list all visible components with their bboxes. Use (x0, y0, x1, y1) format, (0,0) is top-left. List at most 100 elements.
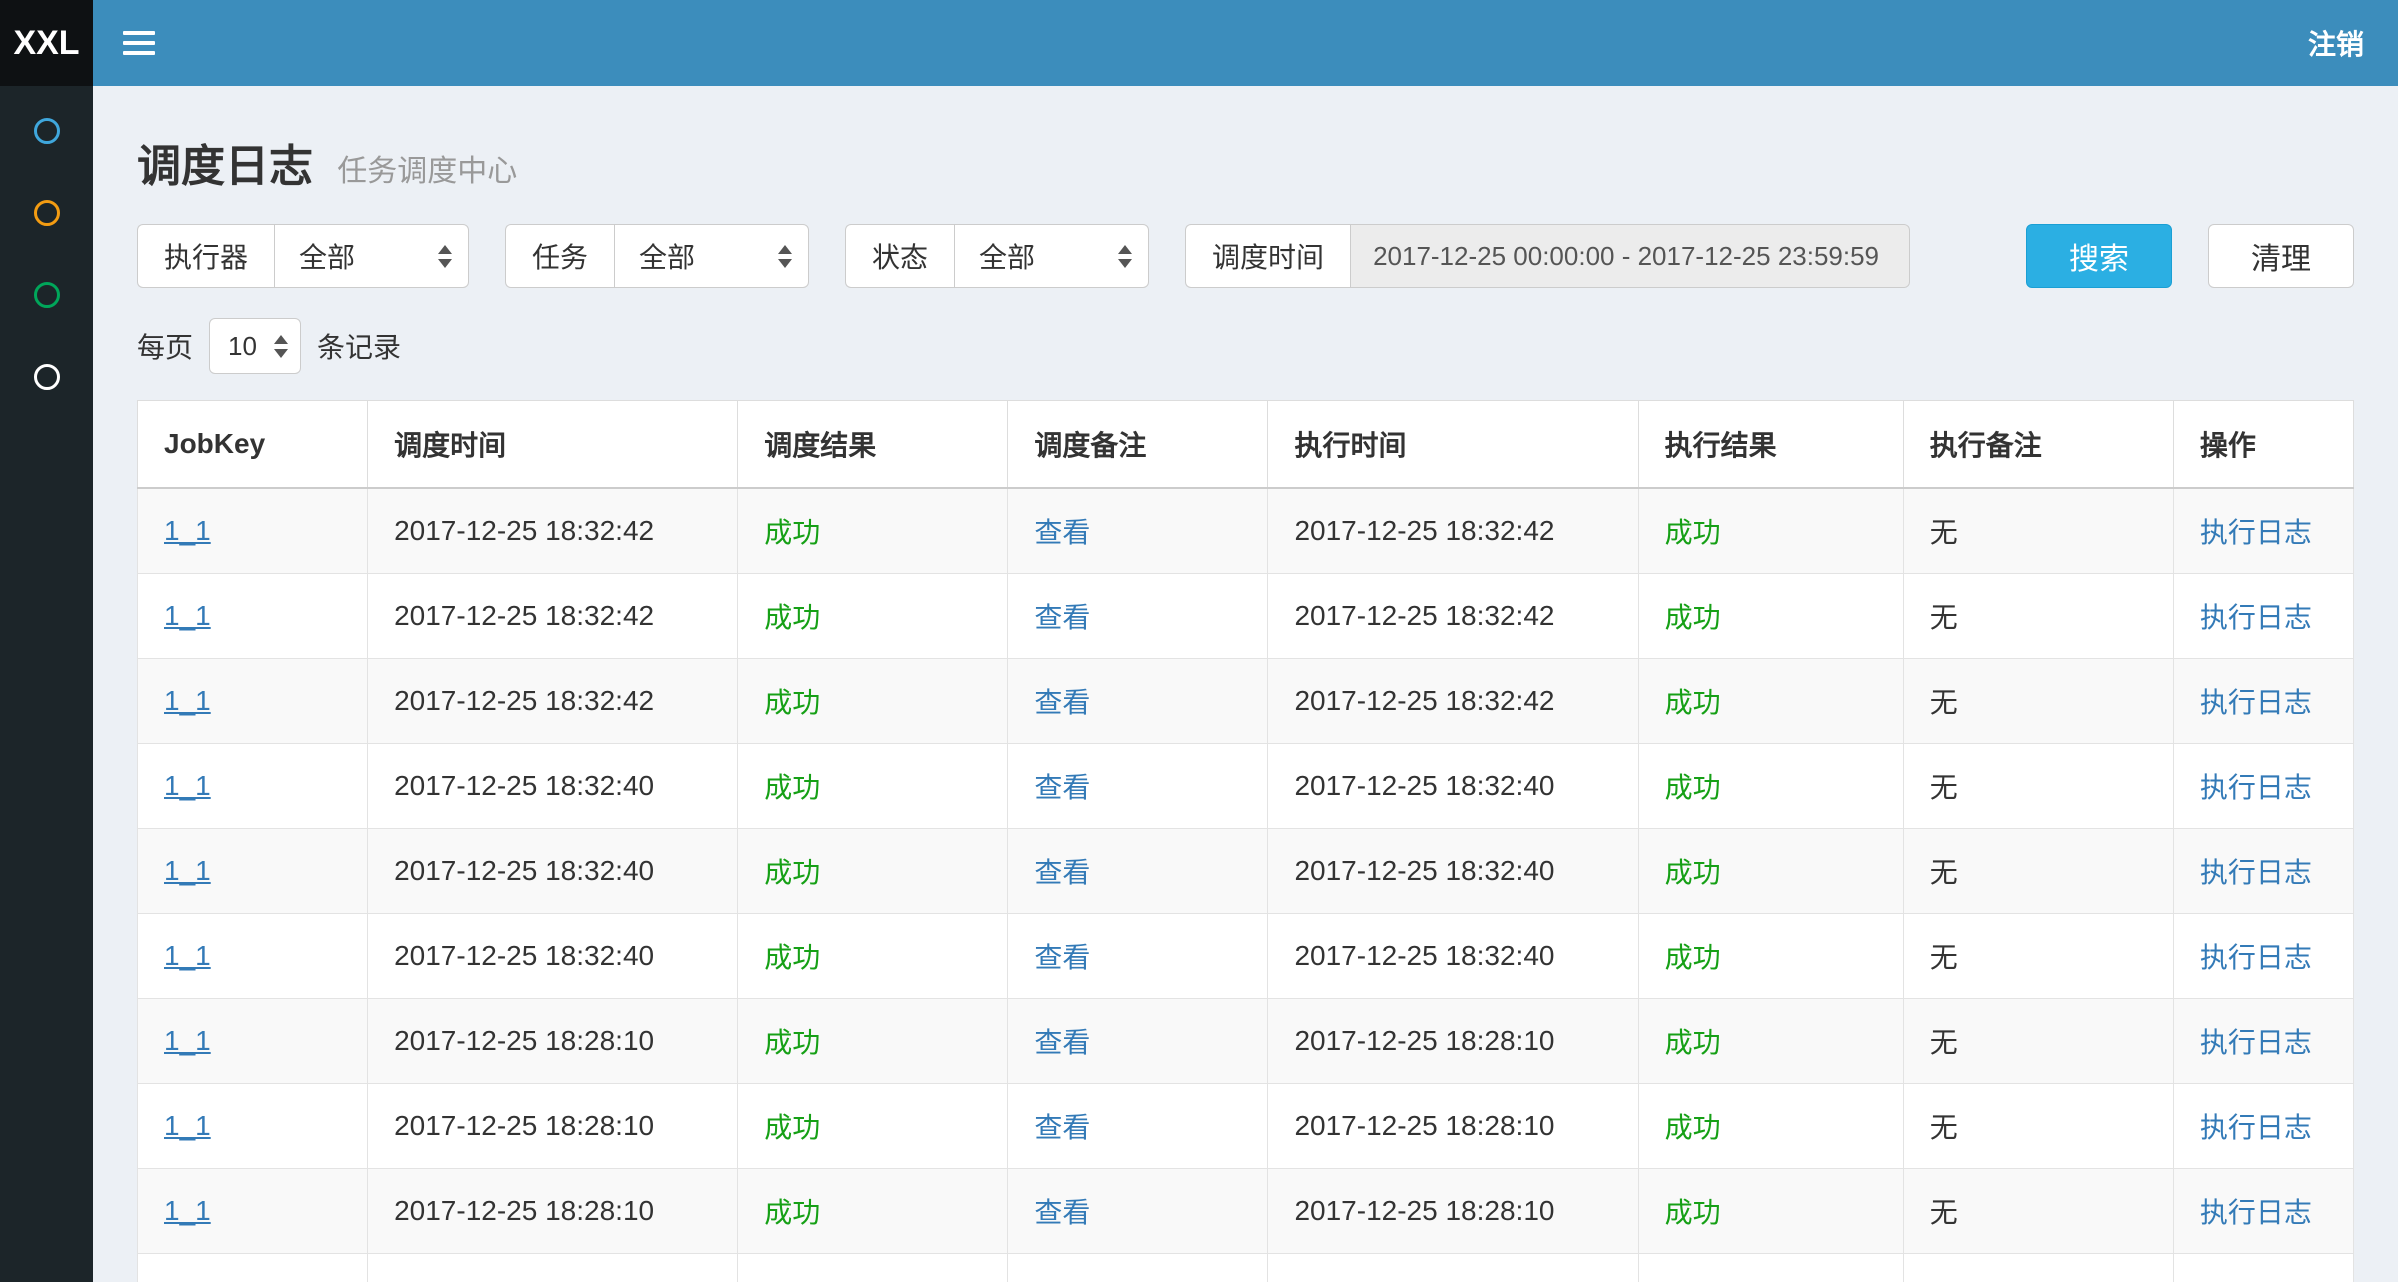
executor-select[interactable]: 全部 (274, 224, 469, 288)
exec-log-link-cell: 执行日志 (2173, 1254, 2353, 1282)
jobkey-link[interactable]: 1_1 (164, 770, 211, 801)
jobkey-link-cell: 1_1 (138, 1254, 368, 1282)
exec-log-link[interactable]: 执行日志 (2200, 687, 2312, 718)
job-label: 任务 (505, 224, 614, 288)
jobkey-link[interactable]: 1_1 (164, 515, 211, 546)
trigger-msg-link[interactable]: 查看 (1034, 687, 1090, 718)
clear-button[interactable]: 清理 (2208, 224, 2354, 288)
trigger-msg-link[interactable]: 查看 (1034, 1197, 1090, 1228)
handle-msg-cell: 无 (1903, 574, 2173, 659)
trigger-msg-link-cell: 查看 (1008, 1084, 1268, 1169)
jobkey-link[interactable]: 1_1 (164, 1025, 211, 1056)
jobkey-link[interactable]: 1_1 (164, 1110, 211, 1141)
filter-executor-group: 执行器 全部 (137, 224, 469, 288)
select-arrows-icon (1118, 245, 1132, 268)
trigger-msg-link[interactable]: 查看 (1034, 857, 1090, 888)
trigger-msg-link[interactable]: 查看 (1034, 1027, 1090, 1058)
status-select[interactable]: 全部 (954, 224, 1149, 288)
exec-log-link[interactable]: 执行日志 (2200, 1112, 2312, 1143)
handle-msg-cell: 无 (1903, 1169, 2173, 1254)
sidebar-toggle-button[interactable] (93, 0, 185, 86)
trigger-time-cell: 2017-12-25 18:32:40 (368, 744, 738, 829)
column-header: 操作 (2173, 401, 2353, 489)
page-title: 调度日志 (137, 142, 313, 191)
table-row: 1_12017-12-25 18:32:42成功查看2017-12-25 18:… (138, 659, 2354, 744)
trigger-result-cell: 成功 (738, 999, 1008, 1084)
trigger-msg-link[interactable]: 查看 (1034, 1112, 1090, 1143)
jobkey-link[interactable]: 1_1 (164, 600, 211, 631)
jobkey-link-cell: 1_1 (138, 744, 368, 829)
time-range-input[interactable]: 2017-12-25 00:00:00 - 2017-12-25 23:59:5… (1350, 224, 1910, 288)
sidebar-item-jobinfo-icon[interactable] (34, 200, 60, 226)
exec-log-link-cell: 执行日志 (2173, 574, 2353, 659)
page-size-prefix: 每页 (137, 326, 193, 366)
jobkey-link[interactable]: 1_1 (164, 940, 211, 971)
jobkey-link-cell: 1_1 (138, 574, 368, 659)
handle-result-cell: 成功 (1638, 744, 1903, 829)
handle-time-cell: 2017-12-25 18:28:10 (1268, 1169, 1638, 1254)
handle-time-cell: 2017-12-25 18:32:40 (1268, 744, 1638, 829)
page-subtitle: 任务调度中心 (337, 155, 517, 188)
main-content: 调度日志 任务调度中心 执行器 全部 任务 全部 状态 全部 调度时 (93, 86, 2398, 1282)
exec-log-link[interactable]: 执行日志 (2200, 857, 2312, 888)
trigger-msg-link-cell: 查看 (1008, 1169, 1268, 1254)
trigger-result-cell: 成功 (738, 1084, 1008, 1169)
column-header: 执行时间 (1268, 401, 1638, 489)
handle-msg-cell: 无 (1903, 999, 2173, 1084)
trigger-time-cell: 2017-12-25 18:32:40 (368, 829, 738, 914)
handle-time-cell: 2017-12-25 18:32:40 (1268, 829, 1638, 914)
trigger-msg-link-cell: 查看 (1008, 914, 1268, 999)
logout-link[interactable]: 注销 (2274, 0, 2398, 86)
trigger-result-cell: 成功 (738, 744, 1008, 829)
exec-log-link[interactable]: 执行日志 (2200, 772, 2312, 803)
table-row: 1_12017-12-25 18:28:10成功查看2017-12-25 18:… (138, 1169, 2354, 1254)
select-arrows-icon (778, 245, 792, 268)
exec-log-link[interactable]: 执行日志 (2200, 602, 2312, 633)
filter-status-group: 状态 全部 (845, 224, 1149, 288)
page-size-select[interactable]: 10 (209, 318, 301, 374)
handle-result-cell: 成功 (1638, 1169, 1903, 1254)
sidebar-item-joblog-icon[interactable] (34, 282, 60, 308)
jobkey-link[interactable]: 1_1 (164, 855, 211, 886)
exec-log-link[interactable]: 执行日志 (2200, 942, 2312, 973)
select-arrows-icon (274, 335, 288, 358)
handle-time-cell: 2017-12-25 18:32:42 (1268, 574, 1638, 659)
table-row: 1_12017-12-25 18:32:40成功查看2017-12-25 18:… (138, 914, 2354, 999)
handle-msg-cell: 无 (1903, 1254, 2173, 1282)
trigger-time-cell: 2017-12-25 18:32:42 (368, 488, 738, 574)
sidebar-item-help-icon[interactable] (34, 364, 60, 390)
jobkey-link-cell: 1_1 (138, 914, 368, 999)
exec-log-link-cell: 执行日志 (2173, 999, 2353, 1084)
exec-log-link-cell: 执行日志 (2173, 659, 2353, 744)
job-select[interactable]: 全部 (614, 224, 809, 288)
log-table-card: JobKey调度时间调度结果调度备注执行时间执行结果执行备注操作 1_12017… (137, 400, 2354, 1282)
trigger-msg-link[interactable]: 查看 (1034, 772, 1090, 803)
page-size-value: 10 (228, 331, 257, 362)
exec-log-link[interactable]: 执行日志 (2200, 1027, 2312, 1058)
page-header: 调度日志 任务调度中心 (137, 130, 2354, 194)
app-logo[interactable]: XXL (0, 0, 93, 86)
jobkey-link[interactable]: 1_1 (164, 685, 211, 716)
exec-log-link[interactable]: 执行日志 (2200, 1197, 2312, 1228)
handle-time-cell: 2017-12-25 18:28:10 (1268, 1254, 1638, 1282)
trigger-msg-link[interactable]: 查看 (1034, 942, 1090, 973)
exec-log-link[interactable]: 执行日志 (2200, 517, 2312, 548)
handle-result-cell: 成功 (1638, 574, 1903, 659)
jobkey-link-cell: 1_1 (138, 829, 368, 914)
search-button[interactable]: 搜索 (2026, 224, 2172, 288)
trigger-msg-link[interactable]: 查看 (1034, 517, 1090, 548)
handle-time-cell: 2017-12-25 18:28:10 (1268, 999, 1638, 1084)
page-size-control: 每页 10 条记录 (137, 318, 2354, 374)
hamburger-icon (123, 25, 155, 61)
trigger-msg-link-cell: 查看 (1008, 829, 1268, 914)
executor-select-value: 全部 (299, 236, 355, 276)
filter-job-group: 任务 全部 (505, 224, 809, 288)
sidebar-item-dashboard-icon[interactable] (34, 118, 60, 144)
exec-log-link-cell: 执行日志 (2173, 914, 2353, 999)
status-label: 状态 (845, 224, 954, 288)
trigger-msg-link[interactable]: 查看 (1034, 602, 1090, 633)
table-row: 1_12017-12-25 18:32:40成功查看2017-12-25 18:… (138, 829, 2354, 914)
sidebar (0, 86, 93, 1282)
time-label: 调度时间 (1185, 224, 1350, 288)
jobkey-link[interactable]: 1_1 (164, 1195, 211, 1226)
